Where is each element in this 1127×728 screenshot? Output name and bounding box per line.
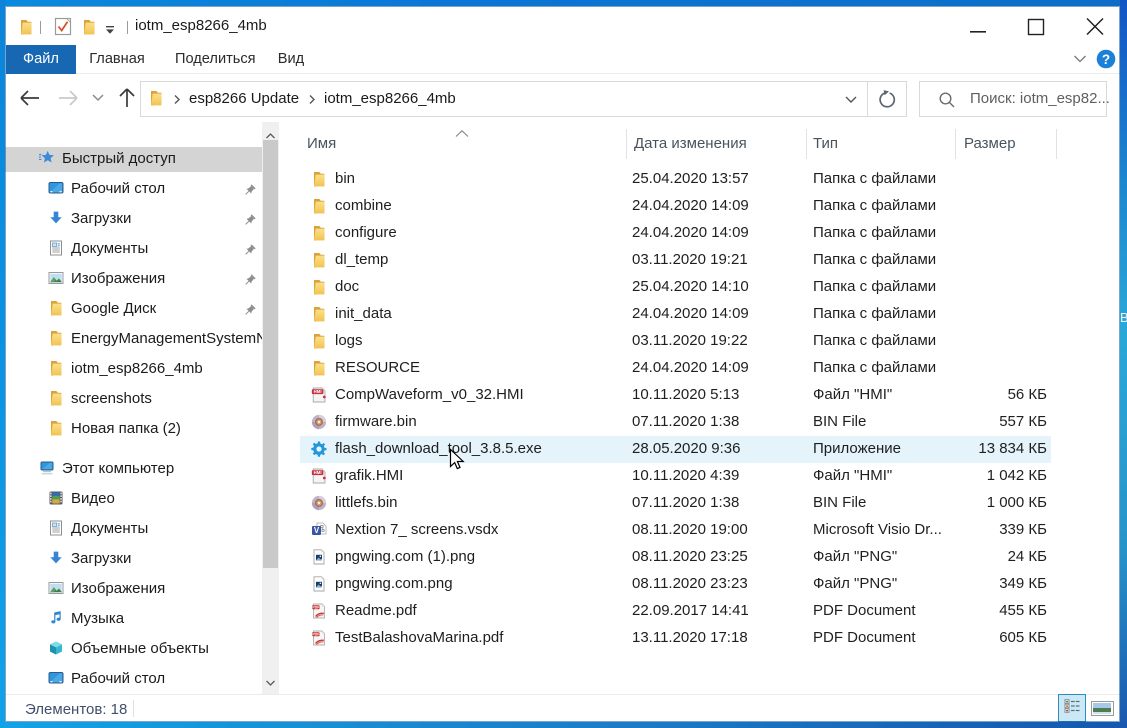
- svg-text:?: ?: [1102, 52, 1110, 67]
